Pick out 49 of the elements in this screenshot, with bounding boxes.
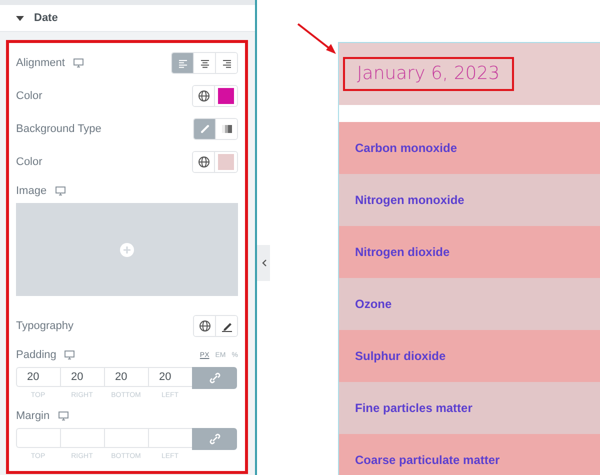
color-picker[interactable] [214, 152, 237, 172]
control-label: Image [16, 185, 47, 198]
brush-icon [200, 124, 210, 134]
add-icon [120, 242, 134, 257]
chevron-left-icon [260, 259, 266, 267]
item-label: Coarse particulate matter [355, 453, 500, 467]
align-center-icon [200, 58, 210, 68]
color-control[interactable] [192, 151, 238, 174]
globe-icon [198, 320, 210, 332]
option-button[interactable] [215, 119, 237, 140]
color-control[interactable] [192, 85, 238, 108]
gradient-icon [222, 125, 232, 134]
control-label: Typography [16, 320, 74, 332]
dimension-input[interactable]: 20 [148, 367, 192, 388]
item-label: Nitrogen dioxide [355, 245, 450, 259]
dimension-input[interactable] [16, 428, 60, 448]
item-label: Nitrogen monoxide [355, 193, 464, 207]
dimension-input[interactable] [104, 428, 148, 448]
align-right-icon [222, 58, 232, 68]
control-label: Background Type [16, 123, 102, 136]
control-label: Margin [16, 410, 50, 422]
option-button[interactable] [215, 53, 237, 74]
control-label: Alignment [16, 57, 65, 70]
link-icon [208, 433, 220, 446]
dimension-input[interactable]: 20 [16, 367, 60, 388]
dimension-input[interactable]: 20 [60, 367, 104, 388]
item-label: Carbon monoxide [355, 141, 458, 155]
pencil-icon [220, 320, 232, 332]
globe-icon [198, 156, 210, 168]
segmented-control[interactable] [171, 52, 238, 74]
section-title[interactable]: Date [34, 12, 58, 24]
link-icon [208, 372, 220, 384]
item-label: Sulphur dioxide [355, 349, 446, 363]
segmented-control[interactable] [193, 118, 238, 140]
control-label: Color [16, 90, 42, 102]
align-left-icon [178, 58, 188, 68]
item-label: Fine particles matter [355, 401, 472, 415]
control-label: Color [16, 156, 42, 168]
globe-icon [198, 90, 210, 102]
date-text: January 6, 2023 [343, 57, 514, 91]
collapse-handle[interactable] [257, 245, 270, 281]
typography-control[interactable] [193, 315, 238, 338]
dimension-input[interactable]: 20 [104, 367, 148, 388]
color-picker[interactable] [214, 86, 237, 106]
item-label: Ozone [355, 297, 392, 311]
edit-button[interactable] [215, 316, 237, 336]
control-label: Padding [16, 349, 56, 362]
dimension-input[interactable] [148, 428, 192, 448]
dimension-input[interactable] [60, 428, 104, 448]
